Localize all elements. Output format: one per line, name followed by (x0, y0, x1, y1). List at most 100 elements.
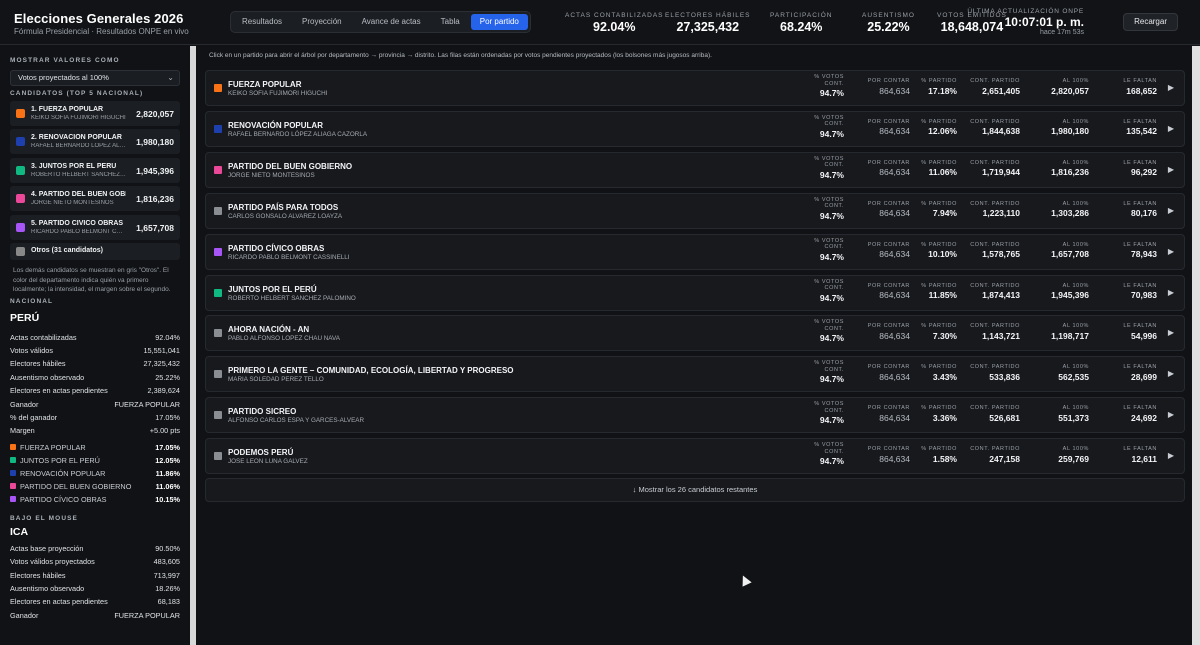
candidate-card[interactable]: 2. RENOVACIÓN POPULAR RAFAEL BERNARDO LÓP… (10, 129, 180, 154)
play-icon[interactable]: ▶ (1168, 83, 1174, 92)
metric-pct-votos-cont: % VOTOS CONT. 94.7% (810, 442, 844, 466)
tab-por-partido[interactable]: Por partido (470, 14, 528, 30)
tab-resultados[interactable]: Resultados (233, 14, 291, 30)
metric-label: LE FALTAN (1123, 241, 1157, 248)
metric-value: 1.58% (932, 453, 957, 464)
stat-value: 68.24% (780, 20, 823, 34)
play-icon[interactable]: ▶ (1168, 288, 1174, 297)
metric-label: % PARTIDO (921, 78, 957, 84)
metric-label: POR CONTAR (867, 405, 910, 412)
candidate-person: KEIKO SOFIA FUJIMORI HIGUCHI (31, 114, 126, 121)
metric-label: % PARTIDO (921, 446, 957, 453)
metric-label: % VOTOS CONT. (814, 114, 844, 128)
metric-pct-partido: % PARTIDO 11.06% (921, 160, 957, 178)
metric-value: 551,373 (1058, 412, 1089, 423)
metric-cont-partido: CONT. PARTIDO 1,719,944 (970, 160, 1020, 178)
candidate-card[interactable]: 1. FUERZA POPULAR KEIKO SOFIA FUJIMORI HI… (10, 100, 180, 126)
stat-value: 90.50% (155, 543, 180, 553)
tab-tabla[interactable]: Tabla (432, 14, 469, 30)
party-row[interactable]: PARTIDO PAÍS PARA TODOS CARLOS GONSALO AL… (205, 192, 1185, 229)
metric-value: 562,535 (1058, 371, 1089, 382)
party-row[interactable]: RENOVACIÓN POPULAR RAFAEL BERNARDO LÓPEZ … (205, 110, 1185, 147)
legend-value: 11.86% (155, 468, 180, 478)
metric-label: AL 100% (1062, 200, 1089, 207)
legend-row: FUERZA POPULAR 17.05% (10, 441, 180, 454)
metric-label: AL 100% (1062, 446, 1089, 453)
metric-value: 3.36% (932, 412, 957, 423)
metric-value: 864,634 (879, 290, 910, 300)
metric-value: 1,198,717 (1051, 330, 1089, 341)
party-row[interactable]: AHORA NACIÓN - AN PABLO ALFONSO LOPEZ CHA… (205, 315, 1185, 352)
show-more-button[interactable]: ↓ Mostrar los 26 candidatos restantes (205, 478, 1185, 502)
metric-value: 259,769 (1058, 453, 1089, 464)
candidate-name: ALFONSO CARLOS ESPA Y GARCES-ALVEAR (228, 417, 365, 425)
candidate-name: RICARDO PABLO BELMONT CASSINELLI (228, 253, 350, 261)
show-values-label: MOSTRAR VALORES COMO (10, 57, 120, 64)
metric-pct-votos-cont: % VOTOS CONT. 94.7% (810, 115, 844, 139)
tab-avance-de-actas[interactable]: Avance de actas (353, 14, 430, 30)
color-swatch (16, 137, 25, 146)
stat-row: % del ganador 17.05% (10, 411, 180, 424)
party-row[interactable]: PARTIDO DEL BUEN GOBIERNO JORGE NIETO MON… (205, 151, 1185, 188)
party-row[interactable]: PARTIDO CÍVICO OBRAS RICARDO PABLO BELMON… (205, 233, 1185, 270)
party-name: PARTIDO CÍVICO OBRAS (228, 243, 325, 253)
main-scrollbar[interactable] (1192, 46, 1200, 645)
candidate-card[interactable]: 3. JUNTOS POR EL PERÚ ROBERTO HELBERT SAN… (10, 157, 180, 183)
party-row[interactable]: JUNTOS POR EL PERÚ ROBERTO HELBERT SANCHE… (205, 274, 1185, 311)
party-row[interactable]: PARTIDO SICREO ALFONSO CARLOS ESPA Y GARC… (205, 397, 1185, 434)
chevron-down-icon: ⌄ (167, 73, 174, 82)
legend-value: 11.06% (155, 481, 180, 491)
color-swatch (214, 206, 222, 215)
play-icon[interactable]: ▶ (1168, 206, 1174, 215)
metric-label: POR CONTAR (867, 364, 910, 371)
play-icon[interactable]: ▶ (1168, 165, 1174, 174)
metric-value: 1,578,765 (982, 249, 1020, 260)
stat-value: 483,605 (153, 557, 180, 567)
metric-label: CONT. PARTIDO (970, 323, 1020, 330)
play-icon[interactable]: ▶ (1168, 369, 1174, 378)
metric-pct-partido: % PARTIDO 12.06% (921, 119, 957, 137)
candidate-name: 5. PARTIDO CÍVICO OBRAS (31, 219, 124, 227)
play-icon[interactable]: ▶ (1168, 451, 1174, 460)
metric-por-contar: POR CONTAR 864,634 (868, 242, 910, 260)
play-icon[interactable]: ▶ (1168, 328, 1174, 337)
party-row[interactable]: PODEMOS PERÚ JOSE LEON LUNA GALVEZ % VOTOS… (205, 438, 1185, 475)
stat-value: 68,183 (157, 597, 180, 607)
metric-cont-partido: CONT. PARTIDO 1,578,765 (970, 242, 1020, 260)
play-icon[interactable]: ▶ (1168, 410, 1174, 419)
color-swatch (16, 222, 25, 232)
candidate-card[interactable]: 4. PARTIDO DEL BUEN GOBIERNO JORGE NIETO … (10, 186, 180, 211)
sidebar-scrollbar[interactable] (190, 46, 196, 645)
metric-pct-partido: % PARTIDO 7.30% (921, 323, 957, 341)
party-row[interactable]: FUERZA POPULAR KEIKO SOFIA FUJIMORI HIGUC… (205, 70, 1185, 106)
metric-value: 247,158 (989, 453, 1020, 464)
legend-key: JUNTOS POR EL PERÚ (10, 456, 100, 465)
tab-proyeccion[interactable]: Proyección (293, 14, 351, 30)
metric-value: 94.7% (819, 333, 844, 344)
metric-value: 11.06% (928, 167, 957, 178)
metric-por-contar: POR CONTAR 864,634 (868, 405, 910, 423)
values-mode-select[interactable]: Votos proyectados al 100% ⌄ (10, 70, 180, 86)
candidate-card[interactable]: 5. PARTIDO CÍVICO OBRAS RICARDO PABLO BEL… (10, 214, 180, 240)
reload-button[interactable]: Recargar (1123, 13, 1178, 31)
legend-row: PARTIDO CÍVICO OBRAS 10.15% (10, 493, 180, 506)
candidate-person: JORGE NIETO MONTESINOS (31, 200, 114, 206)
last-update: ÚLTIMA ACTUALIZACIÓN ONPE 10:07:01 p. m.… (967, 8, 1084, 36)
select-value: Votos proyectados al 100% (18, 73, 109, 82)
metric-pct-votos-cont: % VOTOS CONT. 94.7% (810, 156, 844, 180)
stat-electores: ELECTORES HÁBILES 27,325,432 (665, 12, 751, 34)
party-row[interactable]: PRIMERO LA GENTE – COMUNIDAD, ECOLOGÍA, … (205, 356, 1185, 393)
metric-pct-votos-cont: % VOTOS CONT. 94.7% (810, 319, 844, 343)
metric-value: 94.7% (819, 210, 844, 221)
metric-value: 2,651,405 (982, 85, 1020, 96)
others-card[interactable]: Otros (31 candidatos) (10, 243, 180, 260)
play-icon[interactable]: ▶ (1168, 247, 1174, 256)
national-title: PERÚ (10, 311, 40, 324)
stat-value: 27,325,432 (676, 20, 740, 34)
stat-row: Electores en actas pendientes 68,183 (10, 595, 180, 608)
metric-al-100: AL 100% 1,945,396 (1051, 283, 1089, 301)
metric-value: 1,719,944 (982, 167, 1020, 178)
stat-key: Electores hábiles (10, 570, 66, 580)
play-icon[interactable]: ▶ (1168, 124, 1174, 133)
metric-label: POR CONTAR (867, 323, 910, 330)
